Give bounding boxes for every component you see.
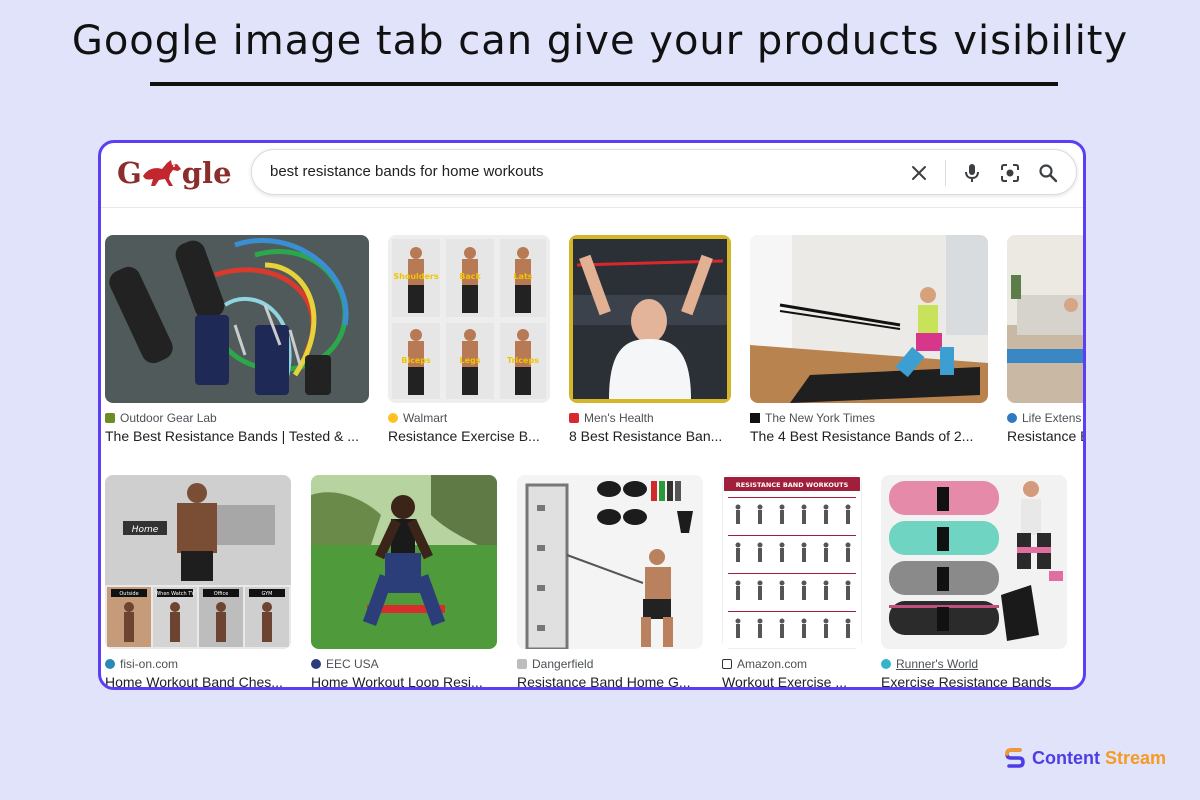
result-card[interactable]: Dangerfield Resistance Band Home G...	[517, 475, 703, 687]
mens-health-favicon-icon	[569, 413, 579, 423]
fisi-tag-office: Office	[214, 591, 229, 597]
source-label: Outdoor Gear Lab	[120, 411, 217, 425]
result-source: Life Extens	[1007, 411, 1083, 425]
result-image[interactable]	[569, 235, 731, 403]
result-image[interactable]	[750, 235, 988, 403]
result-card[interactable]: Shoulders Back Lats Biceps Legs Triceps …	[388, 235, 550, 444]
source-label: fisi-on.com	[120, 657, 179, 671]
walmart-label-lats: Lats	[513, 272, 532, 281]
microphone-icon[interactable]	[958, 159, 986, 187]
result-title[interactable]: Home Workout Loop Resi...	[311, 674, 497, 687]
brand-name-part2: Stream	[1104, 747, 1166, 768]
result-title[interactable]: The Best Resistance Bands | Tested & ...	[105, 428, 369, 444]
fisi-on-favicon-icon	[105, 659, 115, 669]
result-image[interactable]: Shoulders Back Lats Biceps Legs Triceps	[388, 235, 550, 403]
search-input[interactable]: best resistance bands for home workouts	[270, 163, 543, 180]
fisi-home-label: Home	[132, 525, 159, 535]
runners-world-favicon-icon	[881, 659, 891, 669]
logo-letter-g: G	[117, 156, 142, 190]
life-extension-favicon-icon	[1007, 413, 1017, 423]
search-bar[interactable]: best resistance bands for home workouts	[251, 149, 1077, 195]
google-logo[interactable]: G gle	[117, 153, 232, 193]
source-label: Walmart	[403, 411, 448, 425]
content-stream-logo-icon	[1005, 748, 1025, 768]
walmart-favicon-icon	[388, 413, 398, 423]
result-image[interactable]: RESISTANCE BAND WORKOUTS	[722, 475, 862, 649]
source-label[interactable]: Runner's World	[896, 657, 978, 671]
camera-lens-icon[interactable]	[996, 159, 1024, 187]
walmart-label-triceps: Triceps	[507, 356, 539, 365]
result-title[interactable]: Exercise Resistance Bands	[881, 674, 1067, 687]
result-title[interactable]: The 4 Best Resistance Bands of 2...	[750, 428, 988, 444]
nyt-favicon-icon	[750, 413, 760, 423]
result-source: fisi-on.com	[105, 657, 291, 671]
result-title[interactable]: Workout Exercise ...	[722, 674, 862, 687]
result-card[interactable]: Outdoor Gear Lab The Best Resistance Ban…	[105, 235, 369, 444]
result-image[interactable]	[881, 475, 1067, 649]
result-card[interactable]: Life Extens Resistance B	[1007, 235, 1083, 444]
browser-frame: G gle best resistance bands for home wor…	[98, 140, 1086, 690]
source-label: Life Extens	[1022, 411, 1082, 425]
headline: Google image tab can give your products …	[71, 18, 1129, 64]
result-card[interactable]: Runner's World Exercise Resistance Bands	[881, 475, 1067, 687]
search-icon[interactable]	[1034, 159, 1062, 187]
walmart-label-legs: Legs	[459, 356, 480, 365]
amazon-favicon-icon	[722, 659, 732, 669]
result-source: Walmart	[388, 411, 550, 425]
result-card[interactable]: RESISTANCE BAND WORKOUTS Amazon.com Work…	[722, 475, 862, 687]
result-source: Runner's World	[881, 657, 1067, 671]
result-image[interactable]	[105, 235, 369, 403]
result-image[interactable]	[517, 475, 703, 649]
fisi-tag-tv: When Watch TV	[155, 591, 195, 597]
result-image[interactable]	[1007, 235, 1083, 403]
source-label: EEC USA	[326, 657, 379, 671]
result-title[interactable]: Resistance Exercise B...	[388, 428, 550, 444]
search-divider	[945, 160, 946, 186]
walmart-label-shoulders: Shoulders	[393, 272, 438, 281]
source-label: Dangerfield	[532, 657, 594, 671]
result-card[interactable]: EEC USA Home Workout Loop Resi...	[311, 475, 497, 687]
close-icon[interactable]	[905, 159, 933, 187]
result-card[interactable]: Home Outside When Watch TV Office GYM fi…	[105, 475, 291, 687]
dangerfield-favicon-icon	[517, 659, 527, 669]
result-source: Amazon.com	[722, 657, 862, 671]
outdoor-gear-lab-favicon-icon	[105, 413, 115, 423]
result-image[interactable]	[311, 475, 497, 649]
headline-underline	[150, 82, 1058, 86]
fisi-tag-outside: Outside	[119, 591, 138, 597]
source-label: Men's Health	[584, 411, 654, 425]
result-title[interactable]: Resistance B	[1007, 428, 1083, 444]
result-title[interactable]: Home Workout Band Ches...	[105, 674, 291, 687]
result-title[interactable]: 8 Best Resistance Ban...	[569, 428, 731, 444]
amazon-poster-title: RESISTANCE BAND WORKOUTS	[736, 481, 849, 489]
horse-logo-icon	[142, 160, 181, 186]
result-image[interactable]: Home Outside When Watch TV Office GYM	[105, 475, 291, 649]
source-label: The New York Times	[765, 411, 876, 425]
logo-letters-gle: gle	[181, 156, 232, 190]
content-stream-brand: Content Stream	[1004, 747, 1166, 769]
eec-usa-favicon-icon	[311, 659, 321, 669]
header-divider	[101, 207, 1083, 208]
walmart-label-biceps: Biceps	[401, 356, 431, 365]
result-source: Outdoor Gear Lab	[105, 411, 369, 425]
result-card[interactable]: The New York Times The 4 Best Resistance…	[750, 235, 988, 444]
result-source: EEC USA	[311, 657, 497, 671]
brand-name-part1: Content	[1031, 747, 1100, 768]
result-title[interactable]: Resistance Band Home G...	[517, 674, 703, 687]
result-source: Dangerfield	[517, 657, 703, 671]
result-card[interactable]: Men's Health 8 Best Resistance Ban...	[569, 235, 731, 444]
result-source: The New York Times	[750, 411, 988, 425]
walmart-label-back: Back	[459, 272, 481, 281]
fisi-tag-gym: GYM	[262, 591, 273, 597]
result-source: Men's Health	[569, 411, 731, 425]
source-label: Amazon.com	[737, 657, 808, 671]
